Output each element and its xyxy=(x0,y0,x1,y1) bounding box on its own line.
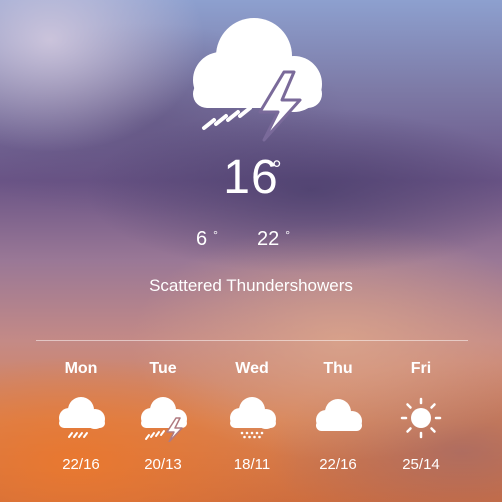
day-name: Thu xyxy=(323,360,353,377)
snow-showers-icon xyxy=(230,397,276,439)
divider xyxy=(36,340,468,341)
forecast-day-mon: Mon 22/16 xyxy=(36,360,126,473)
day-temps: 20/13 xyxy=(144,456,182,473)
day-temps: 22/16 xyxy=(319,456,357,473)
day-name: Tue xyxy=(149,360,177,377)
day-temps: 25/14 xyxy=(402,456,440,473)
forecast-day-wed: Wed 18/11 xyxy=(207,360,297,473)
day-name: Mon xyxy=(64,360,98,377)
temperature-unit: ° xyxy=(272,156,282,183)
day-name: Wed xyxy=(235,360,269,377)
day-name: Fri xyxy=(410,360,432,377)
rain-icon xyxy=(59,397,105,438)
cloud-icon xyxy=(316,399,362,431)
weather-condition: Scattered Thundershowers xyxy=(149,276,353,295)
forecast-day-thu: Thu 22/16 xyxy=(293,360,383,473)
day-temps: 18/11 xyxy=(233,456,271,473)
low-temperature: 6 ° xyxy=(196,228,218,250)
high-temperature: 22 ° xyxy=(257,228,291,250)
forecast-day-tue: Tue 20/13 xyxy=(118,360,208,473)
thunderstorm-icon xyxy=(141,397,187,442)
day-temps: 22/16 xyxy=(62,456,100,473)
thunderstorm-icon xyxy=(193,18,322,142)
forecast-day-fri: Fri 25/14 xyxy=(376,360,466,473)
current-temperature: 16 xyxy=(223,151,279,204)
sun-icon xyxy=(400,397,442,439)
